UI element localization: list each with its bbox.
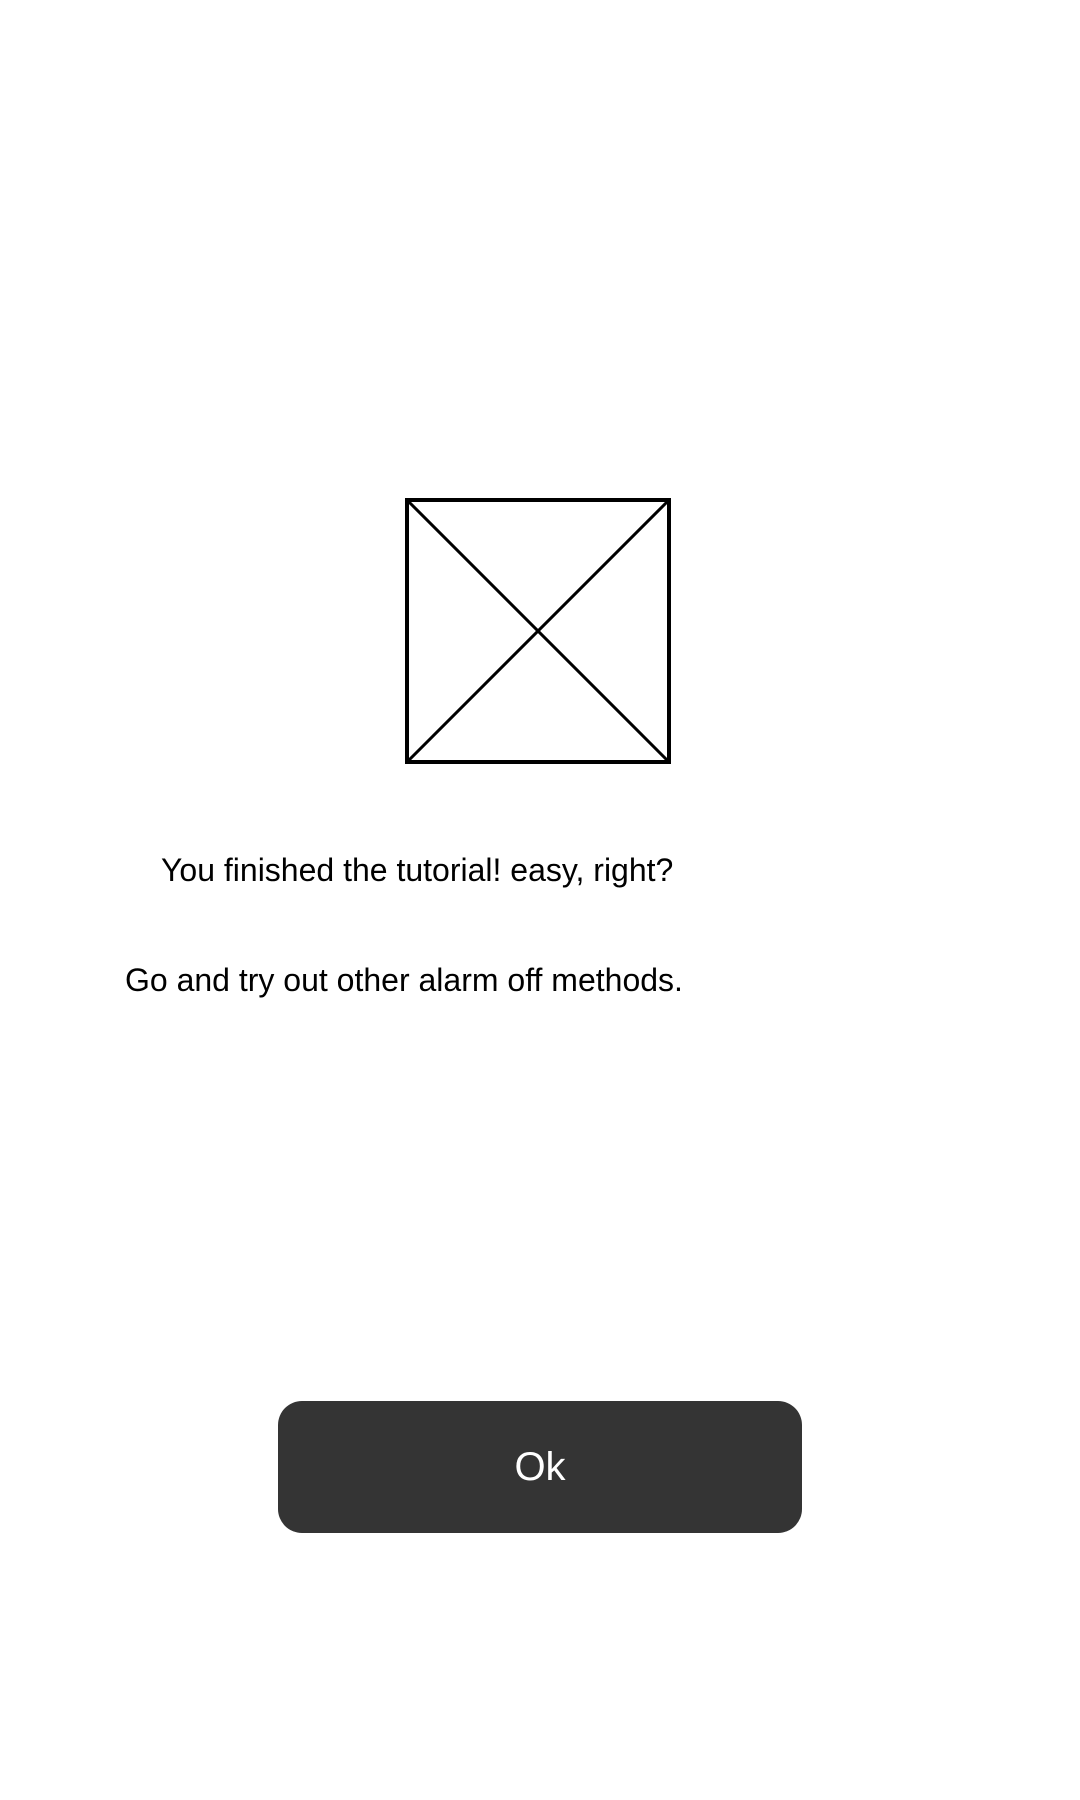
image-placeholder-svg bbox=[405, 498, 671, 764]
placeholder-image-icon bbox=[405, 498, 671, 764]
ok-button[interactable]: Ok bbox=[278, 1401, 802, 1533]
try-other-methods-message: Go and try out other alarm off methods. bbox=[125, 962, 683, 998]
tutorial-finished-message: You finished the tutorial! easy, right? bbox=[161, 852, 674, 888]
